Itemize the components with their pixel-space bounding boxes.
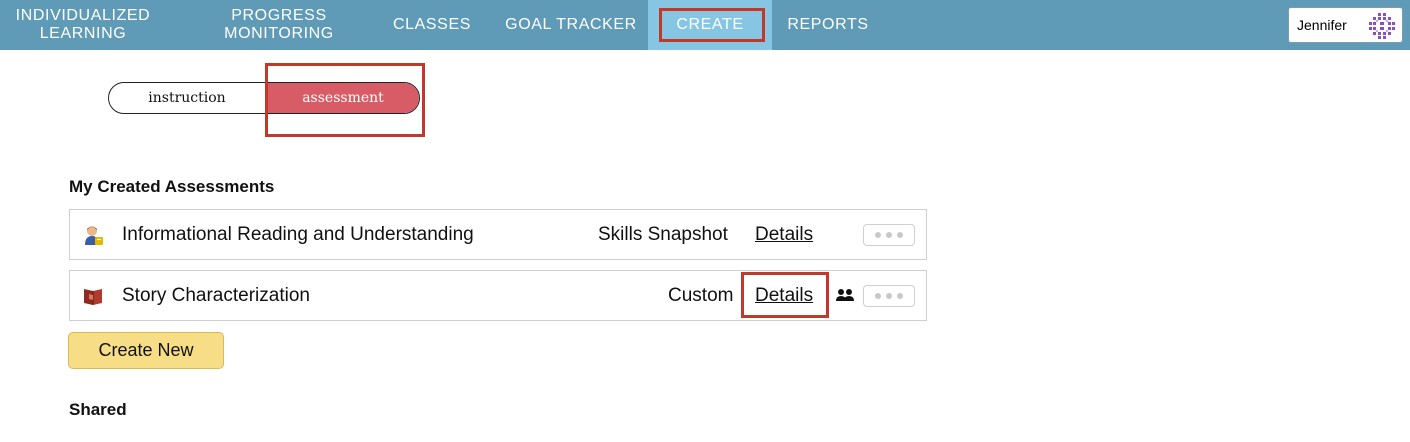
- dot-icon: [875, 293, 881, 299]
- nav-label-line2: LEARNING: [39, 25, 127, 42]
- nav-progress-monitoring[interactable]: PROGRESS MONITORING: [210, 0, 348, 50]
- nav-label: CREATE: [676, 16, 744, 33]
- nav-individualized-learning[interactable]: INDIVIDUALIZED LEARNING: [0, 0, 166, 50]
- avatar-icon: [1368, 12, 1396, 40]
- assessment-type: Custom: [668, 284, 734, 306]
- dot-icon: [897, 232, 903, 238]
- nav-label-line1: PROGRESS: [231, 7, 327, 24]
- shared-users-icon: [836, 289, 854, 301]
- assessment-row: Informational Reading and Understanding …: [69, 209, 927, 260]
- assessment-row: Story Characterization Custom Details: [69, 270, 927, 321]
- dot-icon: [875, 232, 881, 238]
- my-created-assessments-heading: My Created Assessments: [69, 177, 275, 196]
- more-options-button[interactable]: [863, 224, 915, 246]
- user-name: Jennifer: [1297, 17, 1347, 33]
- nav-classes[interactable]: CLASSES: [380, 0, 484, 50]
- nav-goal-tracker[interactable]: GOAL TRACKER: [494, 0, 648, 50]
- assessment-title: Informational Reading and Understanding: [122, 223, 474, 245]
- dot-icon: [886, 232, 892, 238]
- nav-label: CLASSES: [392, 16, 471, 33]
- shared-heading: Shared: [69, 400, 127, 419]
- details-link[interactable]: Details: [755, 271, 813, 320]
- reading-student-icon: [85, 226, 103, 245]
- book-icon: [84, 289, 102, 305]
- dot-icon: [886, 293, 892, 299]
- instruction-assessment-toggle: instruction assessment: [108, 82, 420, 114]
- toggle-assessment[interactable]: assessment: [265, 83, 419, 113]
- top-nav: INDIVIDUALIZED LEARNING PROGRESS MONITOR…: [0, 0, 1410, 50]
- nav-label-line1: INDIVIDUALIZED: [15, 7, 151, 24]
- nav-label: GOAL TRACKER: [505, 16, 637, 33]
- details-link[interactable]: Details: [755, 210, 813, 259]
- more-options-button[interactable]: [863, 285, 915, 307]
- assessment-title: Story Characterization: [122, 284, 310, 306]
- nav-label: REPORTS: [787, 16, 869, 33]
- nav-create[interactable]: CREATE: [648, 0, 772, 50]
- create-new-button[interactable]: Create New: [68, 332, 224, 369]
- toggle-instruction[interactable]: instruction: [109, 83, 265, 113]
- assessment-type: Skills Snapshot: [598, 223, 728, 245]
- nav-label-line2: MONITORING: [224, 25, 334, 42]
- dot-icon: [897, 293, 903, 299]
- user-menu[interactable]: Jennifer: [1288, 7, 1403, 43]
- nav-reports[interactable]: REPORTS: [776, 0, 880, 50]
